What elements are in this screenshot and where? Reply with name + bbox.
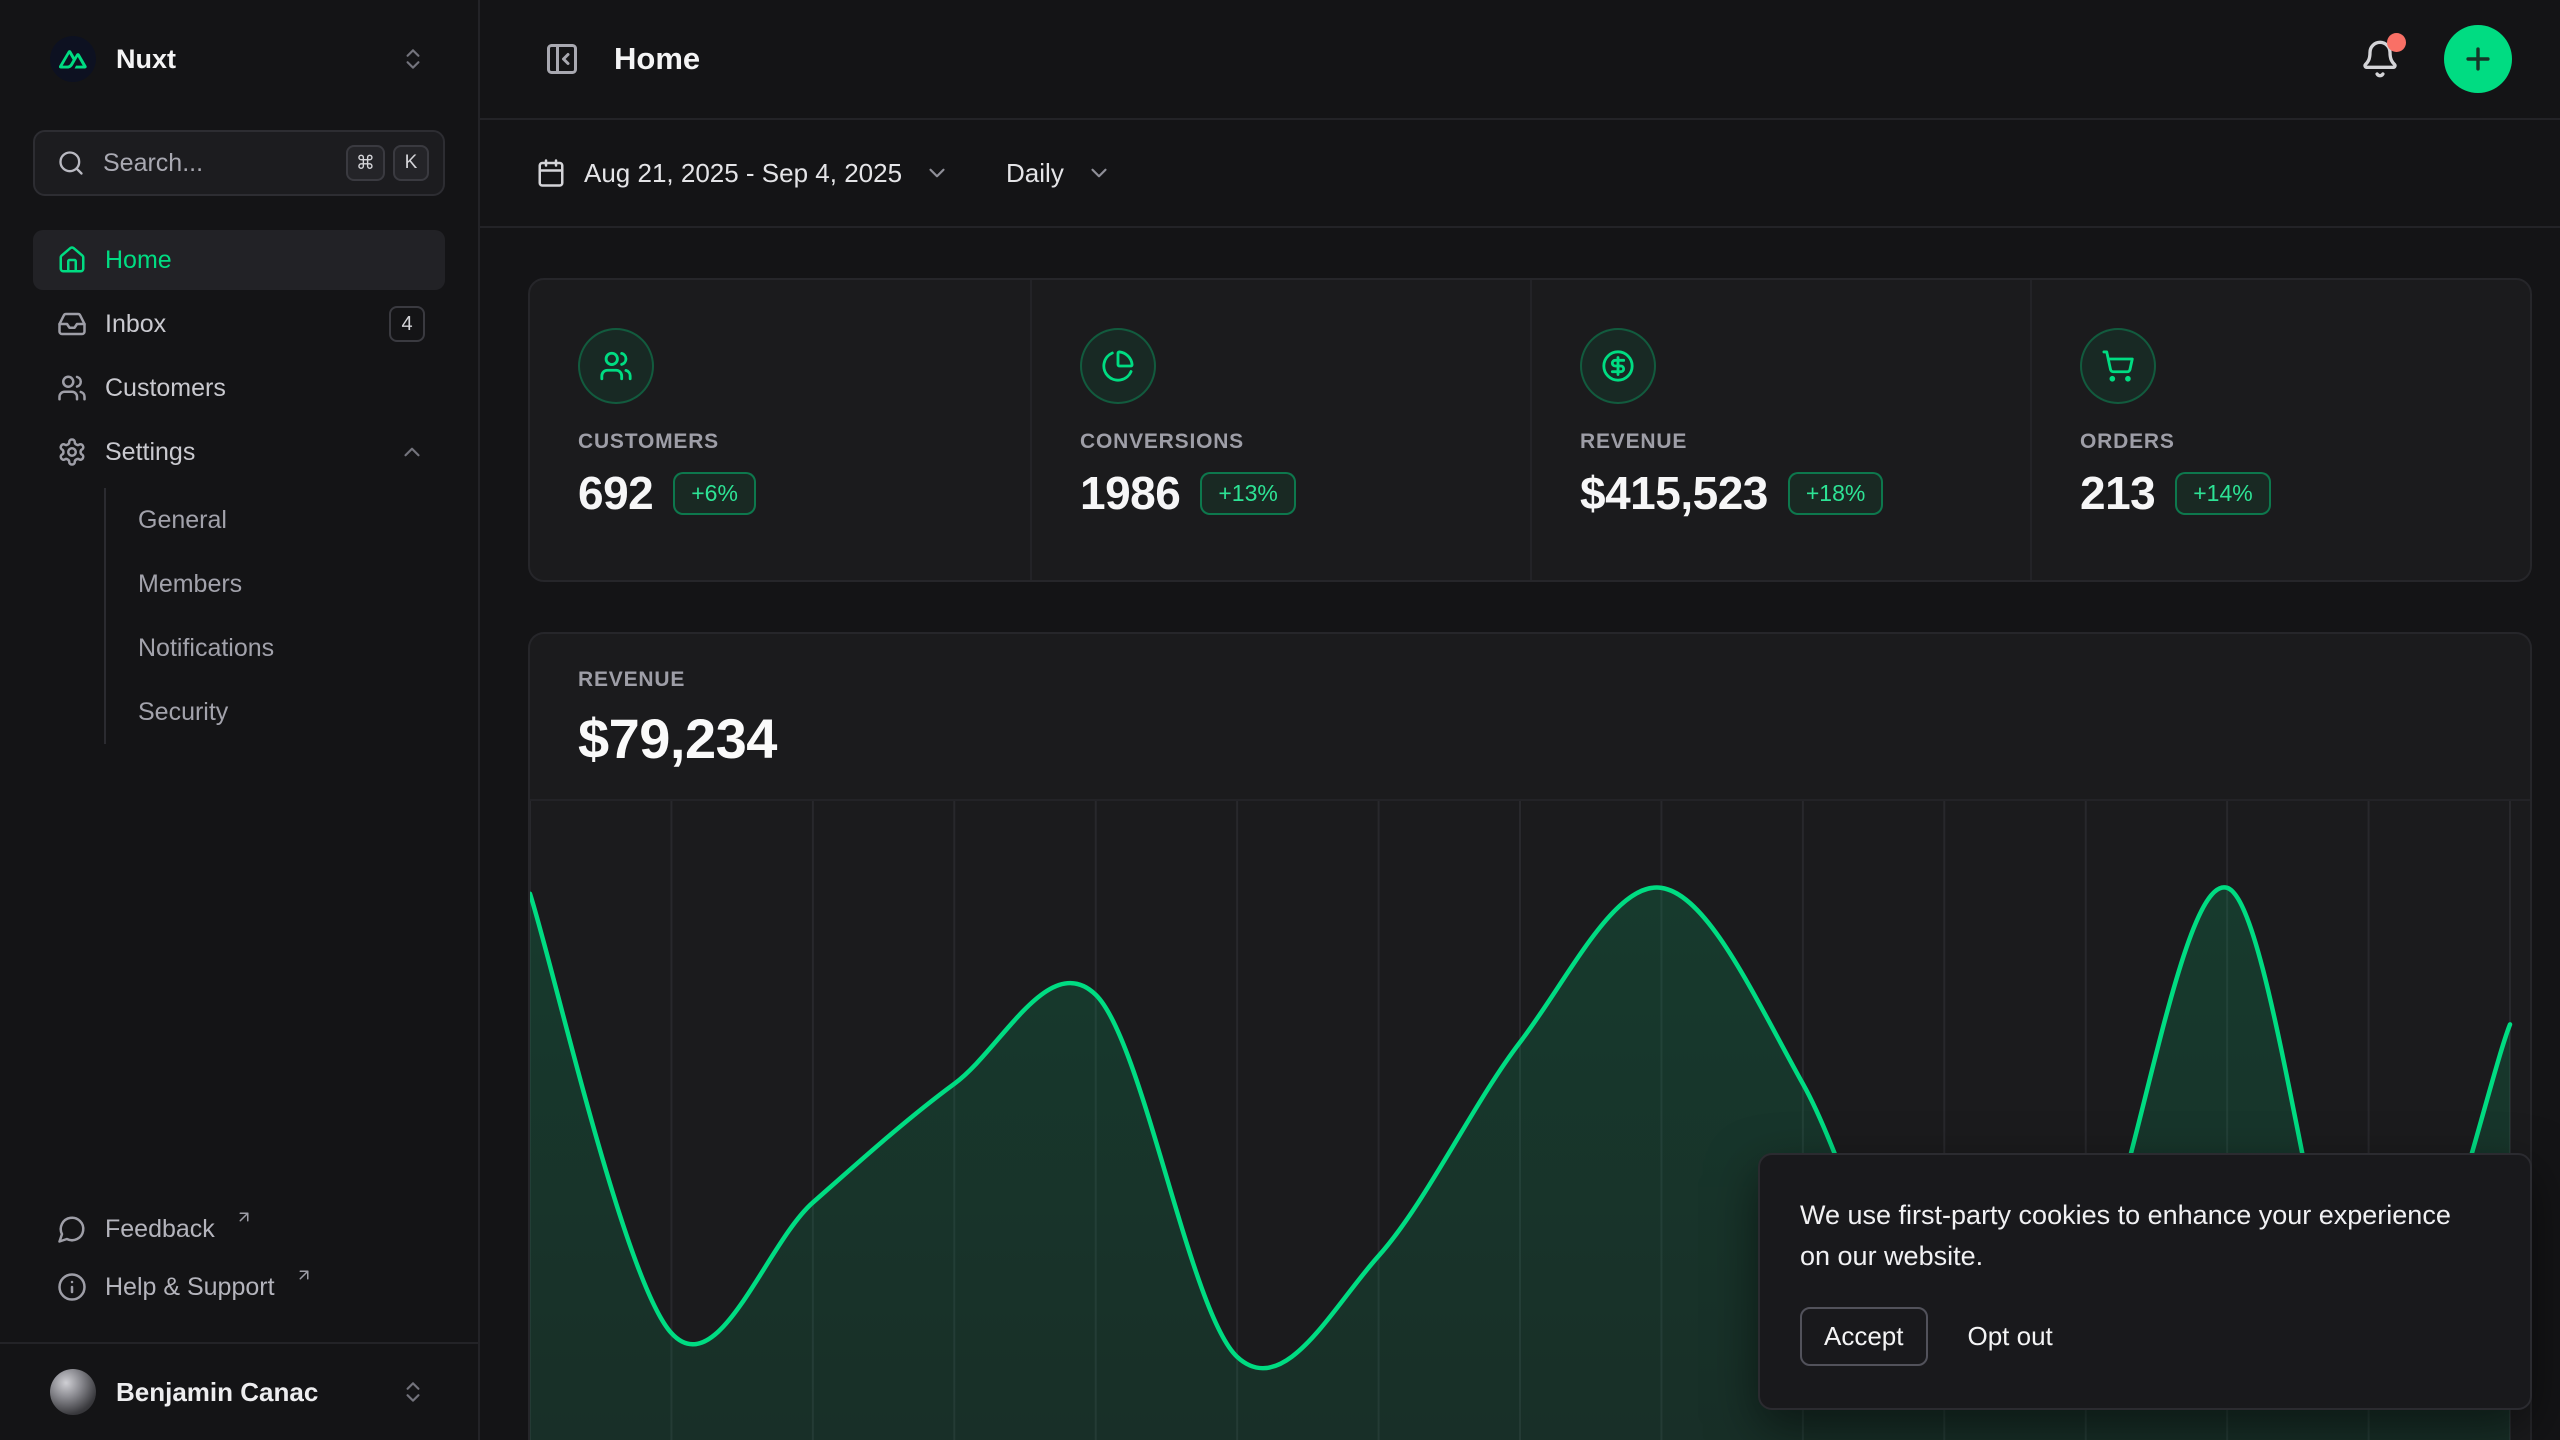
stat-orders[interactable]: ORDERS 213 +14%: [2030, 280, 2530, 580]
inbox-icon: [57, 309, 87, 339]
arrow-up-right-icon: [235, 1208, 253, 1226]
sidebar: Nuxt Search... ⌘ K Home: [0, 0, 480, 1440]
submenu-label: Members: [138, 570, 242, 599]
filters-toolbar: Aug 21, 2025 - Sep 4, 2025 Daily: [480, 120, 2560, 228]
user-menu[interactable]: Benjamin Canac: [0, 1342, 478, 1440]
sidebar-item-label: Inbox: [105, 310, 166, 339]
users-icon: [578, 328, 654, 404]
sidebar-nav: Home Inbox 4 Customers Setting: [33, 230, 445, 744]
stat-label: ORDERS: [2080, 430, 2490, 454]
house-icon: [57, 245, 87, 275]
inbox-count-badge: 4: [389, 306, 425, 342]
stat-value: 213: [2080, 466, 2155, 520]
sidebar-item-inbox[interactable]: Inbox 4: [33, 294, 445, 354]
chart-total-value: $79,234: [578, 706, 2482, 771]
chevron-down-icon: [1086, 160, 1112, 186]
submenu-label: Notifications: [138, 634, 274, 663]
stat-customers[interactable]: CUSTOMERS 692 +6%: [530, 280, 1030, 580]
stat-value: 1986: [1080, 466, 1180, 520]
sidebar-item-label: Settings: [105, 438, 195, 467]
chevrons-up-down-icon: [400, 1379, 426, 1405]
info-circle-icon: [57, 1272, 87, 1302]
sidebar-item-label: Home: [105, 246, 172, 275]
kbd-cmd: ⌘: [346, 145, 385, 181]
add-button[interactable]: [2444, 25, 2512, 93]
chevron-up-icon: [399, 439, 425, 465]
search-input[interactable]: Search... ⌘ K: [33, 130, 445, 196]
users-icon: [57, 373, 87, 403]
sidebar-item-customers[interactable]: Customers: [33, 358, 445, 418]
brand-name: Nuxt: [116, 44, 380, 75]
date-range-value: Aug 21, 2025 - Sep 4, 2025: [584, 158, 902, 189]
circle-dollar-icon: [1580, 328, 1656, 404]
help-support-label: Help & Support: [105, 1273, 275, 1302]
calendar-icon: [536, 158, 566, 188]
stat-delta-badge: +13%: [1200, 472, 1295, 515]
notifications-button[interactable]: [2352, 31, 2408, 87]
feedback-label: Feedback: [105, 1215, 215, 1244]
stats-card: CUSTOMERS 692 +6% CONVERSIONS 1986 +13%: [528, 278, 2532, 582]
granularity-select[interactable]: Daily: [1006, 158, 1112, 189]
submenu-label: Security: [138, 698, 228, 727]
date-range-picker[interactable]: Aug 21, 2025 - Sep 4, 2025: [536, 158, 950, 189]
collapse-sidebar-button[interactable]: [536, 33, 588, 85]
notification-dot: [2387, 33, 2406, 52]
page-title: Home: [614, 41, 700, 77]
cookie-banner: We use first-party cookies to enhance yo…: [1758, 1153, 2532, 1410]
plus-icon: [2461, 42, 2495, 76]
gear-icon: [57, 437, 87, 467]
sidebar-item-security[interactable]: Security: [138, 680, 445, 744]
sidebar-item-home[interactable]: Home: [33, 230, 445, 290]
sidebar-footer: Feedback Help & Support: [33, 1200, 445, 1316]
search-placeholder: Search...: [103, 149, 328, 178]
pie-chart-icon: [1080, 328, 1156, 404]
stat-label: CUSTOMERS: [578, 430, 990, 454]
workspace-switcher[interactable]: Nuxt: [0, 0, 478, 92]
shopping-cart-icon: [2080, 328, 2156, 404]
arrow-up-right-icon: [295, 1266, 313, 1284]
granularity-value: Daily: [1006, 158, 1064, 189]
settings-submenu: General Members Notifications Security: [104, 488, 445, 744]
stat-conversions[interactable]: CONVERSIONS 1986 +13%: [1030, 280, 1530, 580]
help-support-link[interactable]: Help & Support: [33, 1258, 445, 1316]
stat-revenue[interactable]: REVENUE $415,523 +18%: [1530, 280, 2030, 580]
stat-label: CONVERSIONS: [1080, 430, 1490, 454]
sidebar-item-label: Customers: [105, 374, 226, 403]
search-shortcut: ⌘ K: [346, 145, 429, 181]
chevrons-up-down-icon: [400, 46, 426, 72]
sidebar-item-members[interactable]: Members: [138, 552, 445, 616]
avatar: [50, 1369, 96, 1415]
sidebar-item-general[interactable]: General: [138, 488, 445, 552]
optout-cookies-button[interactable]: Opt out: [1968, 1309, 2053, 1364]
stat-delta-badge: +6%: [673, 472, 756, 515]
user-name: Benjamin Canac: [116, 1377, 380, 1408]
stat-delta-badge: +18%: [1788, 472, 1883, 515]
submenu-label: General: [138, 506, 227, 535]
cookie-message: We use first-party cookies to enhance yo…: [1800, 1195, 2486, 1277]
sidebar-item-settings[interactable]: Settings: [33, 422, 445, 482]
sidebar-item-notifications[interactable]: Notifications: [138, 616, 445, 680]
message-circle-icon: [57, 1214, 87, 1244]
chart-title: REVENUE: [578, 668, 2482, 692]
panel-left-close-icon: [544, 41, 580, 77]
stat-delta-badge: +14%: [2175, 472, 2270, 515]
kbd-k: K: [393, 145, 429, 181]
stat-value: 692: [578, 466, 653, 520]
accept-cookies-button[interactable]: Accept: [1800, 1307, 1928, 1366]
page-header: Home: [480, 0, 2560, 120]
feedback-link[interactable]: Feedback: [33, 1200, 445, 1258]
nuxt-logo-icon: [50, 36, 96, 82]
stat-value: $415,523: [1580, 466, 1768, 520]
stat-label: REVENUE: [1580, 430, 1990, 454]
search-icon: [57, 149, 85, 177]
chevron-down-icon: [924, 160, 950, 186]
